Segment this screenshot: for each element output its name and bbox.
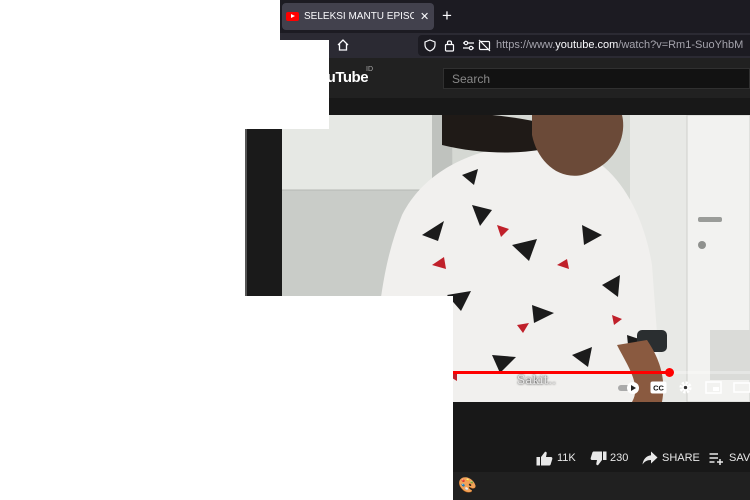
- url-path: /watch?v=Rm1-SuoYhbM: [618, 39, 744, 51]
- home-icon[interactable]: [336, 38, 350, 52]
- tracking-blocked-icon[interactable]: [478, 39, 491, 52]
- blank-region: [280, 40, 329, 129]
- lock-icon[interactable]: [444, 39, 455, 52]
- new-tab-button[interactable]: +: [442, 7, 452, 24]
- search-placeholder: Search: [452, 72, 491, 86]
- miniplayer-icon[interactable]: [705, 381, 722, 394]
- region-code: ID: [366, 66, 373, 73]
- dislike-icon[interactable]: [590, 451, 607, 466]
- autoplay-toggle-icon[interactable]: [617, 381, 641, 395]
- like-count: 11K: [557, 452, 576, 464]
- like-icon[interactable]: [536, 451, 553, 466]
- taskbar: [453, 472, 750, 500]
- url-text[interactable]: https://www.youtube.com/watch?v=Rm1-SuoY…: [496, 39, 743, 51]
- youtube-favicon-icon: [286, 12, 299, 21]
- svg-text:CC: CC: [653, 384, 664, 393]
- settings-gear-icon[interactable]: [678, 380, 693, 395]
- dislike-count: 230: [610, 452, 629, 464]
- caption-text: Sakit..: [517, 373, 556, 387]
- tab-title: SELEKSI MANTU EPISODE 1 - Yo: [304, 11, 414, 22]
- browser-tab-active[interactable]: SELEKSI MANTU EPISODE 1 - Yo ✕: [282, 3, 434, 30]
- save-button[interactable]: SAVE: [729, 452, 750, 464]
- blank-region: [0, 0, 280, 40]
- tab-close-icon[interactable]: ✕: [420, 10, 429, 23]
- progress-scrubber[interactable]: [665, 368, 674, 377]
- divider: [245, 129, 247, 296]
- palette-icon[interactable]: 🎨: [458, 476, 477, 494]
- captions-icon[interactable]: CC: [650, 381, 667, 394]
- url-host: youtube.com: [555, 39, 619, 51]
- permissions-icon[interactable]: [462, 40, 475, 51]
- sidebar-panel: [245, 129, 282, 296]
- shield-icon[interactable]: [424, 39, 436, 52]
- url-prefix: https://www.: [496, 39, 556, 51]
- theater-mode-icon[interactable]: [733, 381, 750, 394]
- share-icon[interactable]: [642, 451, 658, 465]
- save-playlist-icon[interactable]: [709, 452, 724, 465]
- blank-region: [0, 296, 453, 500]
- share-button[interactable]: SHARE: [662, 452, 700, 464]
- header-spacer: [280, 98, 750, 115]
- progress-played[interactable]: [453, 371, 670, 374]
